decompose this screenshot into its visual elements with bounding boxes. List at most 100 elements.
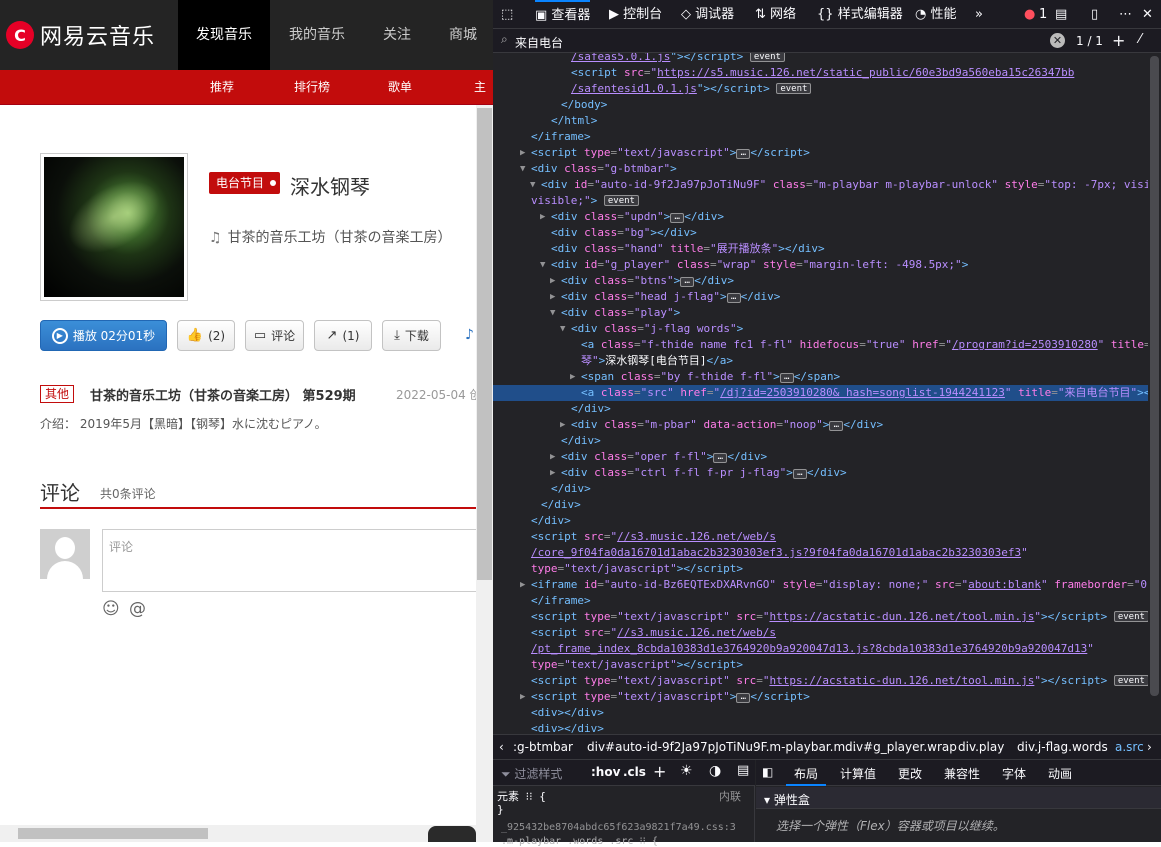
dom-node-selected[interactable]: <a class="src" href="/dj?id=2503910280& … bbox=[493, 385, 1148, 401]
collapse-arrow-icon[interactable]: ▶ bbox=[550, 449, 555, 465]
at-mention-icon[interactable]: @ bbox=[129, 599, 146, 619]
tab-console[interactable]: ▶ 控制台 bbox=[609, 0, 662, 29]
dom-node[interactable]: <div></div> bbox=[493, 705, 1148, 721]
breadcrumb-item-selected[interactable]: a.src bbox=[1115, 740, 1144, 754]
print-media-icon[interactable]: ▤ bbox=[737, 763, 749, 778]
dom-node[interactable]: ▶ <div class="m-pbar" data-action="noop">… bbox=[493, 417, 1148, 433]
collapse-arrow-icon[interactable]: ▶ bbox=[560, 417, 565, 433]
dom-node[interactable]: ▶ <iframe id="auto-id-Bz6EQTExDXARvnGO" s… bbox=[493, 577, 1148, 593]
light-mode-icon[interactable]: ☀ bbox=[680, 763, 693, 779]
error-count[interactable]: 1 bbox=[1039, 0, 1047, 29]
collapse-arrow-icon[interactable]: ▶ bbox=[520, 145, 525, 161]
dom-node[interactable]: <div class="hand" title="展开播放条"></div> bbox=[493, 241, 1148, 257]
expand-arrow-icon[interactable]: ▼ bbox=[520, 161, 525, 177]
dom-node[interactable]: <script src="//s3.music.126.net/web/s bbox=[493, 625, 1148, 641]
toggle-sidebar-icon[interactable]: ◧ bbox=[762, 765, 773, 779]
breadcrumb-left-arrow[interactable]: ‹ bbox=[499, 740, 504, 754]
dom-node[interactable]: 琴">深水钢琴[电台节目]</a> bbox=[493, 353, 1148, 369]
tab-compatibility[interactable]: 兼容性 bbox=[944, 765, 980, 782]
subnav-playlists[interactable]: 歌单 bbox=[388, 70, 412, 105]
dom-node[interactable]: /safeas5.0.1.js"></script> event bbox=[493, 53, 1148, 65]
tab-inspector[interactable]: ▣ 查看器 bbox=[535, 0, 591, 29]
dom-node[interactable]: ▶ <div class="btns">… </div> bbox=[493, 273, 1148, 289]
dom-node[interactable]: </iframe> bbox=[493, 129, 1148, 145]
download-button[interactable]: ⤓ 下载 bbox=[382, 320, 441, 351]
nav-my-music[interactable]: 我的音乐 bbox=[270, 0, 364, 70]
collapse-arrow-icon[interactable]: ▶ bbox=[520, 577, 525, 593]
subnav-anchors[interactable]: 主播 bbox=[474, 70, 493, 129]
dom-node[interactable]: ▼ <div class="g-btmbar"> bbox=[493, 161, 1148, 177]
share-button[interactable]: ↗ (1) bbox=[314, 320, 372, 351]
dom-node[interactable]: <a class="f-thide name fc1 f-fl" hidefoc… bbox=[493, 337, 1148, 353]
breadcrumb-item[interactable]: div#g_player.wrap bbox=[845, 740, 957, 754]
tab-style-editor[interactable]: {} 样式编辑器 bbox=[817, 0, 903, 29]
tab-fonts[interactable]: 字体 bbox=[1002, 765, 1026, 782]
dom-node[interactable]: ▼ <div class="play"> bbox=[493, 305, 1148, 321]
dom-tree-scroll-thumb[interactable] bbox=[1150, 56, 1159, 696]
dom-node[interactable]: ▶ <div class="updn">… </div> bbox=[493, 209, 1148, 225]
dom-node[interactable]: /safentesid1.0.1.js"></script> event bbox=[493, 81, 1148, 97]
more-tabs-icon[interactable]: » bbox=[975, 0, 983, 29]
expand-arrow-icon[interactable]: ▼ bbox=[540, 257, 545, 273]
breadcrumb-item[interactable]: div#auto-id-9f2Ja97pJoTiNu9F.m-playbar.m… bbox=[587, 740, 857, 754]
breadcrumb-item[interactable]: div.play bbox=[958, 740, 1004, 754]
dark-mode-icon[interactable]: ◑ bbox=[709, 763, 721, 779]
dock-icon[interactable]: ▯ bbox=[1091, 0, 1098, 29]
dom-node[interactable]: ▶ <div class="oper f-fl">… </div> bbox=[493, 449, 1148, 465]
dom-node[interactable]: </div> bbox=[493, 513, 1148, 529]
dom-node[interactable]: </html> bbox=[493, 113, 1148, 129]
tab-network[interactable]: ⇅ 网络 bbox=[755, 0, 796, 29]
nav-discover[interactable]: 发现音乐 bbox=[178, 0, 270, 70]
flexbox-section-header[interactable]: ▾ 弹性盒 bbox=[756, 787, 1161, 809]
nav-mall[interactable]: 商城 bbox=[430, 0, 493, 70]
collapse-arrow-icon[interactable]: ▶ bbox=[550, 273, 555, 289]
dom-node[interactable]: <script src="https://s5.music.126.net/st… bbox=[493, 65, 1148, 81]
play-button[interactable]: ▶ 播放 02分01秒 bbox=[40, 320, 167, 351]
add-node-icon[interactable]: + bbox=[1112, 31, 1125, 50]
collapse-arrow-icon[interactable]: ▶ bbox=[550, 465, 555, 481]
tab-layout[interactable]: 布局 bbox=[794, 765, 818, 782]
dom-node[interactable]: <script type="text/javascript" src="http… bbox=[493, 673, 1148, 689]
expand-arrow-icon[interactable]: ▼ bbox=[560, 321, 565, 337]
breadcrumb-right-arrow[interactable]: › bbox=[1147, 740, 1152, 754]
dom-node[interactable]: <div class="bg"></div> bbox=[493, 225, 1148, 241]
clear-search-icon[interactable]: ✕ bbox=[1050, 33, 1065, 48]
breadcrumb-item[interactable]: :g-btmbar bbox=[513, 740, 573, 754]
episode-name[interactable]: 甘茶的音乐工坊（甘茶の音楽工房） 第529期 bbox=[90, 385, 356, 404]
breadcrumb-item[interactable]: div.j-flag.words bbox=[1017, 740, 1108, 754]
expand-arrow-icon[interactable]: ▼ bbox=[550, 305, 555, 321]
split-console-icon[interactable]: ▤ bbox=[1055, 0, 1067, 29]
element-picker-icon[interactable]: ⬚ bbox=[501, 0, 513, 29]
emoji-icon[interactable]: ☺ bbox=[102, 599, 120, 619]
dom-node[interactable]: <div></div> bbox=[493, 721, 1148, 734]
lock-playbar-button[interactable] bbox=[428, 826, 476, 842]
dom-node[interactable]: </div> bbox=[493, 481, 1148, 497]
element-rule[interactable]: 元素 ⁝⁝ { bbox=[497, 788, 546, 804]
eyedropper-icon[interactable]: ⁄ bbox=[1139, 32, 1141, 47]
dom-node[interactable]: </body> bbox=[493, 97, 1148, 113]
collapse-arrow-icon[interactable]: ▶ bbox=[520, 689, 525, 705]
dom-node[interactable]: ▶ <div class="head j-flag">… </div> bbox=[493, 289, 1148, 305]
dom-node[interactable]: ▶ <span class="by f-thide f-fl">… </span> bbox=[493, 369, 1148, 385]
page-scrollbar-thumb[interactable] bbox=[477, 108, 492, 580]
comment-textarea[interactable]: 评论 bbox=[102, 529, 493, 592]
dom-node[interactable]: <script src="//s3.music.126.net/web/s bbox=[493, 529, 1148, 545]
subnav-recommend[interactable]: 推荐 bbox=[210, 70, 234, 105]
music-note-icon[interactable]: ♪ bbox=[465, 327, 474, 343]
tab-performance[interactable]: ◔ 性能 bbox=[915, 0, 957, 29]
expand-arrow-icon[interactable]: ▼ bbox=[530, 177, 535, 193]
dom-node[interactable]: </iframe> bbox=[493, 593, 1148, 609]
nav-follow[interactable]: 关注 bbox=[364, 0, 430, 70]
tab-changes[interactable]: 更改 bbox=[898, 765, 922, 782]
close-devtools-icon[interactable]: ✕ bbox=[1142, 0, 1153, 29]
dom-node[interactable]: </div> bbox=[493, 497, 1148, 513]
dom-node[interactable]: ▶ <script type="text/javascript">… </scrip… bbox=[493, 145, 1148, 161]
menu-icon[interactable]: ⋯ bbox=[1119, 0, 1132, 29]
collapse-arrow-icon[interactable]: ▶ bbox=[540, 209, 545, 225]
tab-debugger[interactable]: ◇ 调试器 bbox=[681, 0, 734, 29]
dom-node[interactable]: ▶ <div class="ctrl f-fl f-pr j-flag">… </d… bbox=[493, 465, 1148, 481]
dom-node[interactable]: ▼ <div id="auto-id-9f2Ja97pJoTiNu9F" clas… bbox=[493, 177, 1148, 193]
like-button[interactable]: 👍 (2) bbox=[177, 320, 235, 351]
dom-node[interactable]: <script type="text/javascript" src="http… bbox=[493, 609, 1148, 625]
tab-animations[interactable]: 动画 bbox=[1048, 765, 1072, 782]
